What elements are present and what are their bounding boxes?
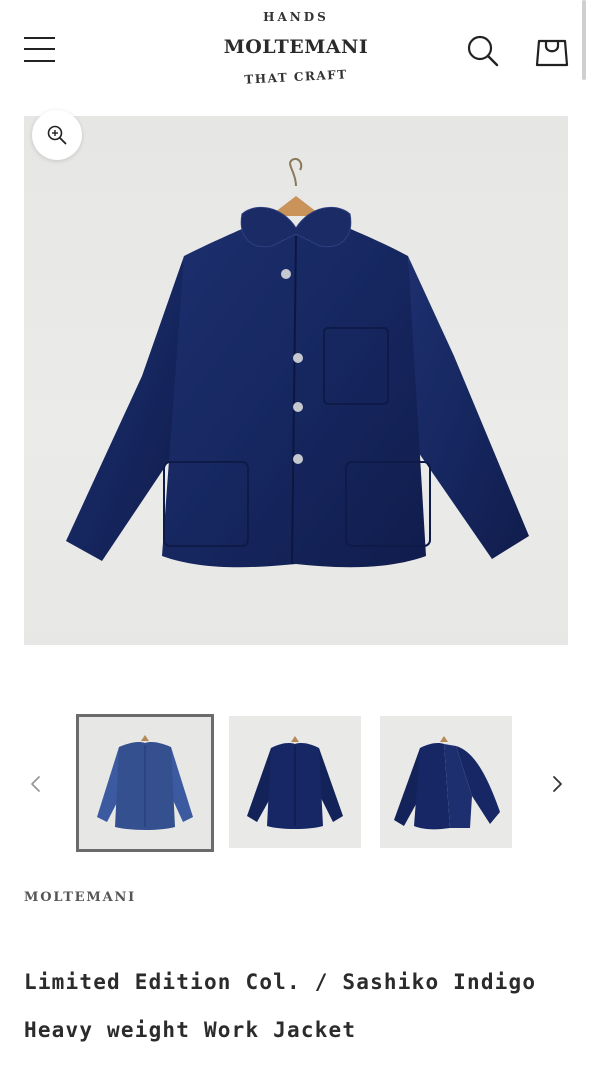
site-header: HANDS MOLTEMANI THAT CRAFT: [0, 0, 592, 105]
zoom-button[interactable]: [32, 110, 82, 160]
thumbnail-image: [380, 716, 512, 848]
zoom-in-icon: [47, 125, 67, 145]
jacket-photo: [66, 158, 529, 568]
logo-main-text: MOLTEMANI: [223, 36, 369, 58]
thumbnail-3[interactable]: [380, 716, 512, 848]
shopping-bag-icon[interactable]: [534, 32, 570, 68]
thumbnail-1[interactable]: [76, 714, 214, 852]
brand-logo[interactable]: HANDS MOLTEMANI THAT CRAFT: [196, 8, 396, 94]
thumbnail-carousel: [0, 712, 592, 854]
hamburger-menu-icon[interactable]: [24, 34, 56, 66]
chevron-left-icon: [31, 776, 40, 792]
logo-top-text: HANDS: [263, 10, 329, 24]
product-title: Limited Edition Col. / Sashiko Indigo He…: [24, 970, 537, 1042]
product-main-image[interactable]: [24, 116, 568, 645]
thumbnail-image: [229, 716, 361, 848]
chevron-right-icon: [553, 776, 562, 792]
search-icon[interactable]: [466, 34, 500, 68]
logo-bottom-text: THAT CRAFT: [244, 67, 348, 87]
thumbnail-image: [79, 717, 211, 849]
carousel-prev-button[interactable]: [24, 772, 48, 796]
thumbnail-2[interactable]: [229, 716, 361, 848]
product-vendor[interactable]: MOLTEMANI: [24, 890, 136, 905]
carousel-next-button[interactable]: [545, 772, 569, 796]
